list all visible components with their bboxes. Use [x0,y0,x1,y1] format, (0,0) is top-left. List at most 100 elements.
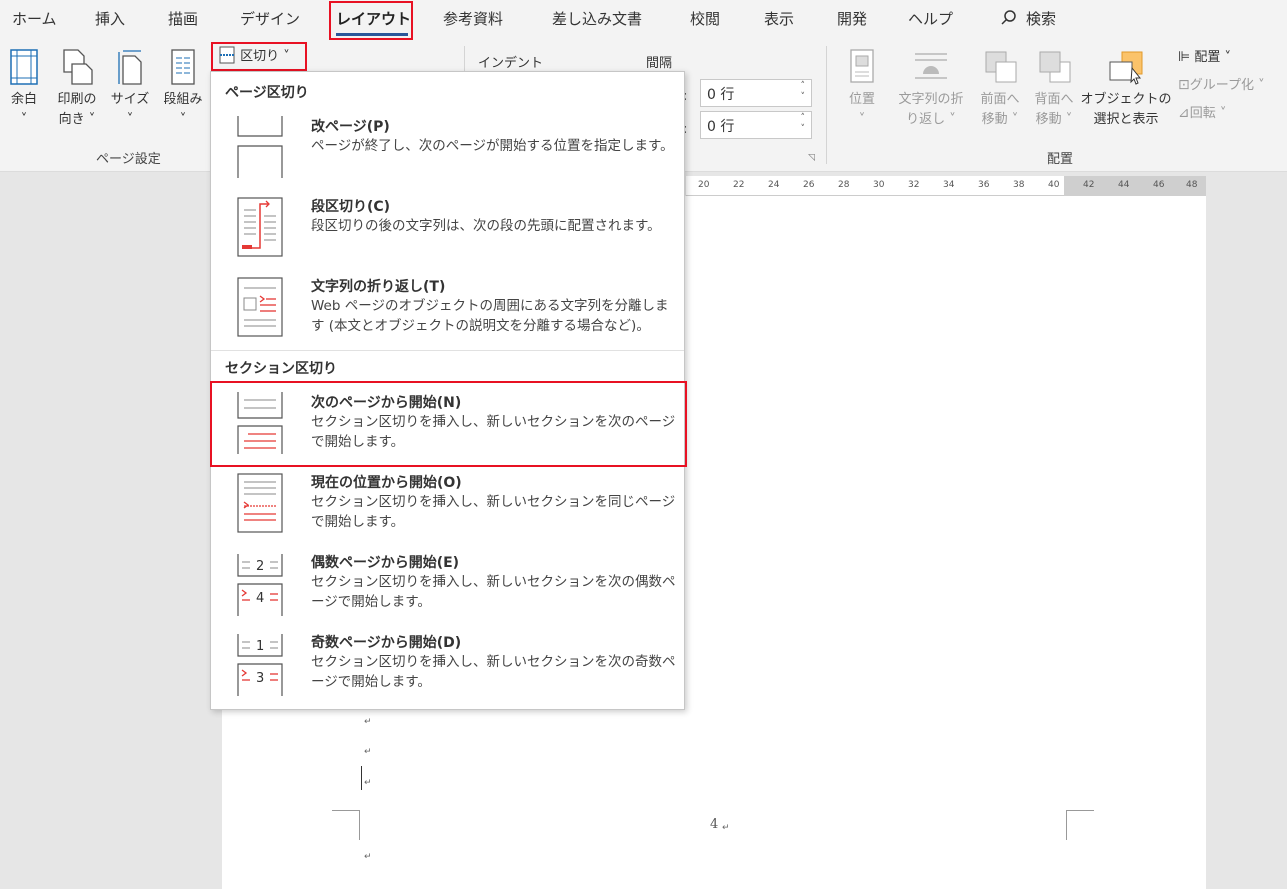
spacing-label: 間隔 [646,56,673,71]
tab-draw[interactable]: 描画 [168,8,198,29]
bring-forward-label-2: 移動 ˅ [981,112,1019,127]
position-label: 位置 [848,92,875,107]
group-label: グループ化 ˅ [1189,78,1265,93]
group-icon: ⊡ [1178,77,1190,93]
ruler-tick: 44 [1118,180,1130,190]
margins-button[interactable]: 余白 ˅ [4,48,44,130]
ribbon-separator [826,46,827,164]
spacing-before-input[interactable]: 0 行 ˄ ˅ [700,79,812,107]
continuous-section-icon [237,473,283,533]
margins-label: 余白 [10,92,37,107]
bring-forward-label-1: 前面へ [980,92,1020,107]
dialog-launcher-icon[interactable]: ◹ [808,153,815,163]
menu-item-text-wrapping[interactable]: 文字列の折り返し(T) Web ページのオブジェクトの周囲にある文字列を分離しま… [211,268,684,346]
column-break-title: 段区切り(C) [311,199,391,215]
send-backward-label-2: 移動 ˅ [1035,112,1073,127]
rotate-label: 回転 ˅ [1189,106,1227,121]
columns-button[interactable]: 段組み ˅ [158,48,208,130]
menu-item-column-break[interactable]: 段区切り(C) 段区切りの後の文字列は、次の段の先頭に配置されます。 [211,188,684,262]
svg-text:1: 1 [256,639,264,654]
ruler-tick: 22 [733,180,745,190]
next-page-item-highlight [210,381,687,467]
paragraph-mark: ↵ [364,747,372,757]
wrap-text-label-2: り返し ˅ [906,112,956,127]
ruler-tick: 46 [1153,180,1165,190]
svg-text:2: 2 [256,559,264,574]
ruler-tick: 26 [803,180,815,190]
spacing-after-value: 0 行 [707,119,735,135]
tab-home[interactable]: ホーム [12,8,57,29]
position-button[interactable]: 位置 ˅ [840,48,884,130]
page-number: 4 [710,817,719,832]
tab-developer[interactable]: 開発 [837,8,867,29]
ruler-tick: 48 [1186,180,1198,190]
page-break-description: ページが終了し、次のページが開始する位置を指定します。 [311,138,674,154]
selection-pane-button[interactable]: オブジェクトの 選択と表示 [1080,48,1172,130]
ruler-tick: 28 [838,180,850,190]
bring-forward-button[interactable]: 前面へ 移動 ˅ [974,48,1026,130]
svg-text:3: 3 [256,671,264,686]
menu-item-odd-page[interactable]: 13 奇数ページから開始(D) セクション区切りを挿入し、新しいセクションを次の… [211,624,684,704]
send-backward-button[interactable]: 背面へ 移動 ˅ [1028,48,1080,130]
tab-mailings[interactable]: 差し込み文書 [552,8,642,29]
tab-insert[interactable]: 挿入 [95,8,125,29]
chevron-down-icon: ˅ [179,112,187,127]
size-button[interactable]: サイズ ˅ [108,48,152,130]
page-break-icon [237,116,283,178]
orientation-icon [63,49,93,85]
orientation-button[interactable]: 印刷の 向き ˅ [50,48,104,130]
wrap-text-button[interactable]: 文字列の折 り返し ˅ [890,48,972,130]
text-wrapping-icon [237,277,283,337]
columns-label: 段組み [163,92,203,107]
tab-references[interactable]: 参考資料 [443,8,503,29]
paragraph-mark: ↵ [722,823,730,833]
menu-item-even-page[interactable]: 24 偶数ページから開始(E) セクション区切りを挿入し、新しいセクションを次の… [211,544,684,620]
menu-item-continuous[interactable]: 現在の位置から開始(O) セクション区切りを挿入し、新しいセクションを同じページ… [211,464,684,540]
even-page-title: 偶数ページから開始(E) [311,555,460,571]
size-label: サイズ [110,92,150,107]
search-icon [1001,10,1016,25]
arrange-group-label: 配置 [1047,152,1074,167]
align-button[interactable]: ⊫ 配置 ˅ [1178,46,1231,65]
ruler-tick: 30 [873,180,885,190]
tab-review[interactable]: 校閲 [690,8,720,29]
chevron-down-icon: ˅ [20,112,28,127]
continuous-description: セクション区切りを挿入し、新しいセクションを同じページで開始します。 [311,494,676,530]
text-cursor [361,766,362,790]
indent-label: インデント [478,56,544,71]
search-box[interactable]: 検索 [1000,8,1056,29]
spacing-before-value: 0 行 [707,87,735,103]
align-icon: ⊫ [1178,49,1191,65]
selection-pane-icon [1109,51,1143,85]
size-icon [118,50,142,85]
group-button[interactable]: ⊡グループ化 ˅ [1178,74,1265,93]
selection-pane-label-2: 選択と表示 [1093,112,1159,127]
even-page-section-icon: 24 [237,554,283,616]
align-label: 配置 ˅ [1194,50,1231,65]
tab-view[interactable]: 表示 [764,8,794,29]
layout-tab-highlight [329,1,413,40]
spinner-arrows-icon[interactable]: ˄ ˅ [801,81,806,103]
rotate-button[interactable]: ⊿回転 ˅ [1178,102,1226,121]
bring-forward-icon [985,51,1017,83]
text-wrapping-description: Web ページのオブジェクトの周囲にある文字列を分離します (本文とオブジェクト… [311,298,669,334]
continuous-title: 現在の位置から開始(O) [311,475,462,491]
search-label: 検索 [1026,10,1057,28]
spacing-after-input[interactable]: 0 行 ˄ ˅ [700,111,812,139]
text-wrapping-title: 文字列の折り返し(T) [311,279,446,295]
position-icon [850,49,874,83]
tab-help[interactable]: ヘルプ [908,8,953,29]
ruler-tick: 34 [943,180,955,190]
orientation-label-1: 印刷の [57,92,97,107]
section-breaks-header: セクション区切り [225,361,337,377]
ruler-tick: 42 [1083,180,1095,190]
tab-design[interactable]: デザイン [240,8,300,29]
ruler-tick: 38 [1013,180,1025,190]
chevron-down-icon: ˅ [126,112,134,127]
columns-icon [171,49,195,85]
send-backward-label-1: 背面へ [1034,92,1074,107]
page-setup-group-label: ページ設定 [96,152,161,167]
horizontal-ruler[interactable]: 20 22 24 26 28 30 32 34 36 38 40 42 44 4… [686,176,1206,196]
menu-item-page-break[interactable]: 改ページ(P) ページが終了し、次のページが開始する位置を指定します。 [211,108,684,182]
spinner-arrows-icon[interactable]: ˄ ˅ [801,113,806,135]
